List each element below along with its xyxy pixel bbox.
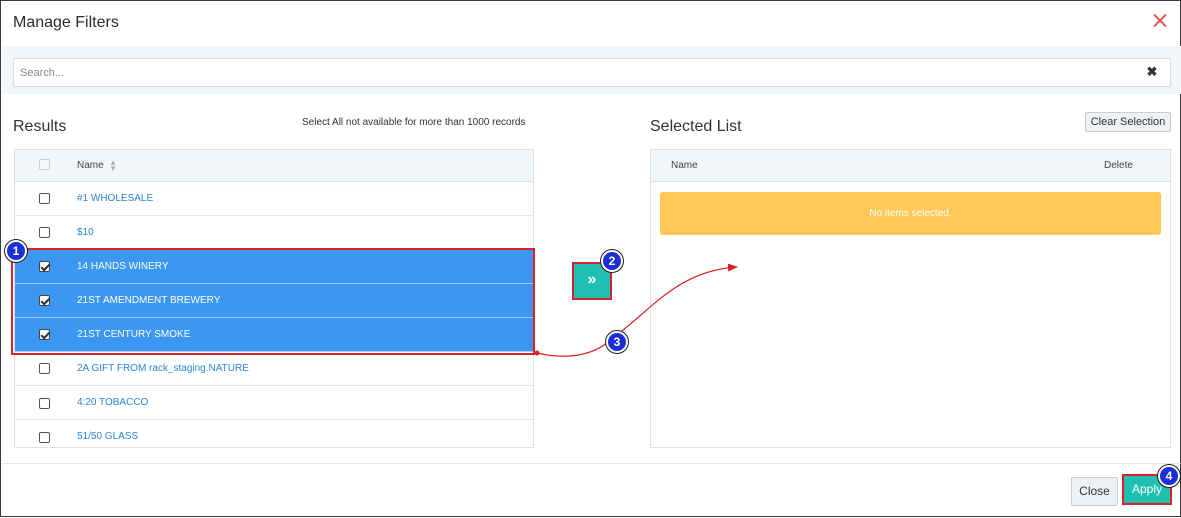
manage-filters-dialog: Manage Filters ✖ Results Select All not …	[0, 0, 1181, 517]
annotation-arrow	[534, 263, 738, 357]
step-4-badge: 4	[1158, 465, 1180, 487]
step-2-badge: 2	[601, 250, 623, 272]
step-1-badge: 1	[5, 240, 27, 262]
step-3-badge: 3	[606, 331, 628, 353]
